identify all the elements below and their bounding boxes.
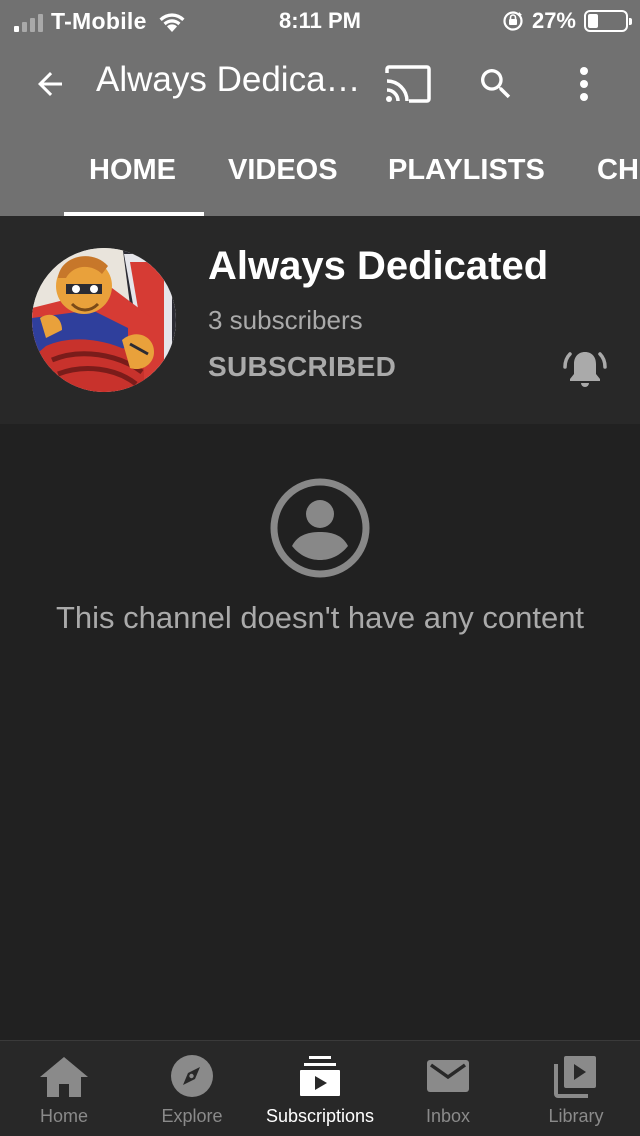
orientation-lock-icon (503, 11, 523, 31)
app-bar: Always Dedica… HOME VIDEOS PLAYLISTS CH (0, 40, 640, 216)
nav-subscriptions-label: Subscriptions (265, 1106, 375, 1126)
channel-tabs: HOME VIDEOS PLAYLISTS CH (0, 140, 640, 216)
channel-avatar[interactable] (32, 248, 176, 392)
tab-home[interactable]: HOME (89, 154, 176, 187)
subscriber-count: 3 subscribers (208, 305, 363, 335)
bell-ringing-icon (563, 352, 607, 387)
subscriptions-icon (300, 1056, 340, 1096)
nav-home-label: Home (39, 1106, 88, 1126)
page-title: Always Dedica… (96, 60, 361, 99)
mail-icon (427, 1060, 469, 1092)
battery-level-fill (588, 14, 598, 28)
status-bar: T-Mobile 8:11 PM 27% (0, 0, 640, 40)
battery-cap (629, 18, 632, 25)
cast-icon (385, 65, 431, 103)
home-icon (40, 1057, 88, 1097)
battery-percent: 27% (531, 8, 576, 33)
nav-explore-label: Explore (161, 1106, 223, 1126)
nav-home[interactable]: Home (0, 1041, 128, 1136)
search-button[interactable] (472, 60, 520, 108)
nav-explore[interactable]: Explore (128, 1041, 256, 1136)
tab-playlists[interactable]: PLAYLISTS (388, 154, 545, 187)
status-bar-right: 27% (502, 8, 632, 34)
account-circle-icon (270, 478, 370, 578)
back-button[interactable] (28, 62, 72, 106)
avatar-image (32, 248, 176, 392)
tab-videos[interactable]: VIDEOS (228, 154, 338, 187)
battery-icon (584, 10, 632, 32)
nav-library-label: Library (548, 1106, 604, 1126)
bottom-navigation: Home Explore Subscriptions Inbox Library (0, 1040, 640, 1136)
channel-name: Always Dedicated (208, 244, 549, 288)
tab-channels[interactable]: CH (597, 154, 639, 187)
empty-state-message: This channel doesn't have any content (55, 600, 585, 635)
nav-inbox[interactable]: Inbox (384, 1041, 512, 1136)
nav-inbox-label: Inbox (425, 1106, 471, 1126)
more-options-button[interactable] (562, 60, 606, 108)
channel-header: Always Dedicated 3 subscribers SUBSCRIBE… (0, 216, 640, 424)
compass-icon (171, 1055, 213, 1097)
notification-bell-button[interactable] (560, 346, 610, 392)
library-icon (554, 1056, 596, 1098)
back-arrow-icon (38, 72, 62, 96)
nav-library[interactable]: Library (512, 1041, 640, 1136)
more-vert-icon (580, 67, 588, 101)
cast-button[interactable] (382, 62, 434, 106)
subscribed-button[interactable]: SUBSCRIBED (208, 351, 396, 383)
search-icon (481, 69, 511, 99)
nav-subscriptions[interactable]: Subscriptions (256, 1041, 384, 1136)
